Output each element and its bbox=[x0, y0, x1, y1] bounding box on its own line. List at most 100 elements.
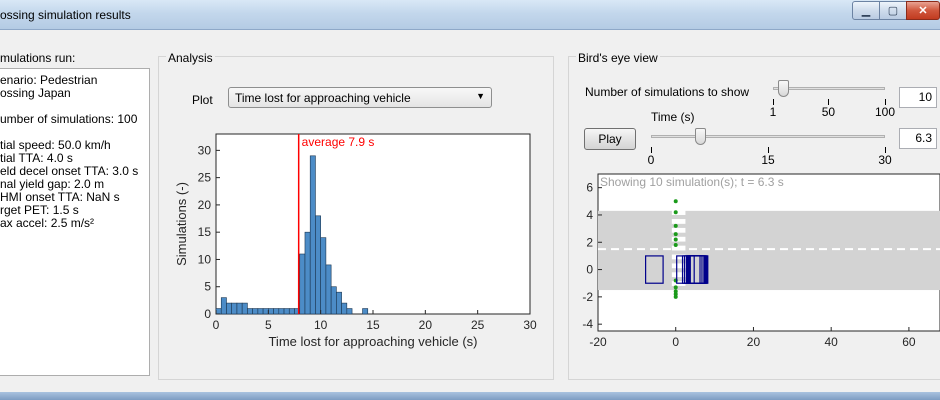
histogram-bar bbox=[320, 237, 327, 315]
crosswalk-stripe bbox=[671, 254, 686, 260]
histogram-bar bbox=[273, 308, 280, 315]
summary-line: rget PET: 1.5 s bbox=[0, 203, 79, 217]
y-tick-label: 5 bbox=[204, 280, 211, 294]
histogram-bar bbox=[220, 297, 227, 315]
x-tick-label: 20 bbox=[747, 335, 761, 349]
y-tick-label: 15 bbox=[198, 225, 212, 239]
crosswalk-stripe bbox=[671, 272, 686, 278]
y-tick-label: 2 bbox=[586, 235, 593, 249]
num-sims-label: Number of simulations to show bbox=[585, 85, 750, 99]
histogram-bar bbox=[231, 302, 238, 315]
pedestrian-marker bbox=[673, 285, 678, 290]
plot-label: Plot bbox=[192, 93, 213, 107]
histogram-bar bbox=[336, 291, 342, 315]
window-title: ossing simulation results bbox=[0, 8, 131, 22]
histogram-bar bbox=[257, 308, 264, 315]
slider-track bbox=[651, 135, 885, 138]
slider-track bbox=[773, 87, 885, 90]
simulation-summary-listbox[interactable]: enario: Pedestrian ossing Japan umber of s… bbox=[0, 68, 150, 376]
summary-line: ossing Japan bbox=[0, 86, 71, 100]
histogram-bar bbox=[299, 253, 306, 315]
chevron-down-icon: ▼ bbox=[476, 91, 485, 101]
histogram-bar bbox=[325, 264, 332, 315]
histogram-axes-box bbox=[215, 133, 531, 315]
summary-line: nal yield gap: 2.0 m bbox=[0, 177, 105, 191]
close-button[interactable]: ✕ bbox=[906, 1, 940, 20]
crosswalk-stripe bbox=[671, 245, 686, 251]
time-input[interactable]: 6.3 bbox=[899, 128, 937, 149]
histogram-bar bbox=[341, 302, 348, 315]
bev-status-title: Showing 10 simulation(s); t = 6.3 s bbox=[600, 175, 784, 189]
simulations-run-label: mulations run: bbox=[0, 51, 76, 65]
x-tick-label: 0 bbox=[213, 318, 220, 332]
pedestrian-marker bbox=[673, 232, 678, 237]
summary-line: umber of simulations: 100 bbox=[0, 112, 138, 126]
histogram-bar bbox=[362, 308, 369, 315]
y-tick-label: 6 bbox=[586, 181, 593, 195]
histogram-bar bbox=[309, 155, 316, 315]
pedestrian-marker bbox=[673, 294, 678, 299]
road-surface bbox=[598, 210, 940, 291]
slider-tick-label: 100 bbox=[874, 105, 896, 119]
slider-tick-label: 15 bbox=[761, 153, 775, 167]
x-tick-label: 20 bbox=[419, 318, 433, 332]
histogram-bar bbox=[315, 215, 321, 315]
pedestrian-marker bbox=[673, 199, 678, 204]
minimize-icon: ▁ bbox=[861, 5, 871, 17]
y-axis-label: Simulations (-) bbox=[174, 182, 189, 266]
slider-tick-label: 30 bbox=[878, 153, 892, 167]
y-tick-label: -2 bbox=[582, 290, 593, 304]
y-tick-label: 0 bbox=[204, 307, 211, 321]
histogram-bar bbox=[283, 308, 290, 315]
window-controls: ▁ ▢ ✕ bbox=[852, 1, 940, 20]
x-tick-label: 60 bbox=[902, 335, 916, 349]
histogram-bar bbox=[215, 308, 222, 315]
x-tick-label: 40 bbox=[825, 335, 839, 349]
pedestrian-marker bbox=[673, 210, 678, 215]
maximize-icon: ▢ bbox=[887, 5, 899, 17]
play-button[interactable]: Play bbox=[584, 128, 636, 150]
time-label: Time (s) bbox=[651, 110, 695, 124]
summary-line: enario: Pedestrian bbox=[0, 73, 98, 87]
num-sims-input[interactable]: 10 bbox=[899, 87, 937, 108]
x-axis-label: Time lost for approaching vehicle (s) bbox=[268, 334, 477, 349]
slider-tick-label: 1 bbox=[769, 105, 777, 119]
histogram-bar bbox=[304, 231, 311, 315]
window-client-area: mulations run: enario: Pedestrian ossing … bbox=[0, 30, 940, 392]
histogram-bar bbox=[288, 308, 295, 315]
y-tick-label: 30 bbox=[198, 143, 212, 157]
pedestrian-marker bbox=[673, 223, 678, 228]
histogram-bar bbox=[236, 302, 243, 315]
slider-tick-label: 50 bbox=[821, 105, 836, 119]
plot-type-select[interactable]: Time lost for approaching vehicle ▼ bbox=[228, 87, 492, 108]
close-icon: ✕ bbox=[918, 5, 928, 17]
x-tick-label: -20 bbox=[589, 335, 607, 349]
slider-thumb[interactable] bbox=[778, 80, 790, 97]
minimize-button[interactable]: ▁ bbox=[852, 1, 880, 20]
time-slider[interactable] bbox=[651, 127, 885, 147]
y-tick-label: 10 bbox=[198, 252, 212, 266]
window-titlebar[interactable]: ossing simulation results ▁ ▢ ✕ bbox=[0, 0, 940, 30]
slider-thumb[interactable] bbox=[695, 128, 707, 145]
histogram-bar bbox=[262, 308, 269, 315]
pedestrian-marker bbox=[673, 242, 678, 247]
histogram-bar bbox=[278, 308, 285, 315]
crosswalk-stripe bbox=[671, 219, 686, 224]
histogram-bar bbox=[226, 302, 233, 315]
plot-type-selected-value: Time lost for approaching vehicle bbox=[235, 91, 411, 105]
summary-line: HMI onset TTA: NaN s bbox=[0, 190, 120, 204]
summary-line: ax accel: 2.5 m/s² bbox=[0, 216, 95, 230]
x-tick-label: 15 bbox=[366, 318, 380, 332]
x-tick-label: 25 bbox=[471, 318, 485, 332]
histogram-bar bbox=[346, 308, 353, 315]
y-tick-label: 20 bbox=[198, 198, 212, 212]
histogram-bar bbox=[268, 308, 274, 315]
summary-line: tial speed: 50.0 km/h bbox=[0, 138, 111, 152]
birds-eye-plot: -20 0 20 40 60-4-20246 Showing 10 simulation(… bbox=[582, 173, 940, 349]
x-tick-label: 30 bbox=[523, 318, 537, 332]
num-sims-slider[interactable] bbox=[773, 79, 885, 99]
average-label: average 7.9 s bbox=[302, 135, 375, 149]
maximize-button[interactable]: ▢ bbox=[879, 1, 907, 20]
histogram-bar bbox=[247, 308, 253, 315]
x-tick-label: 0 bbox=[672, 335, 679, 349]
